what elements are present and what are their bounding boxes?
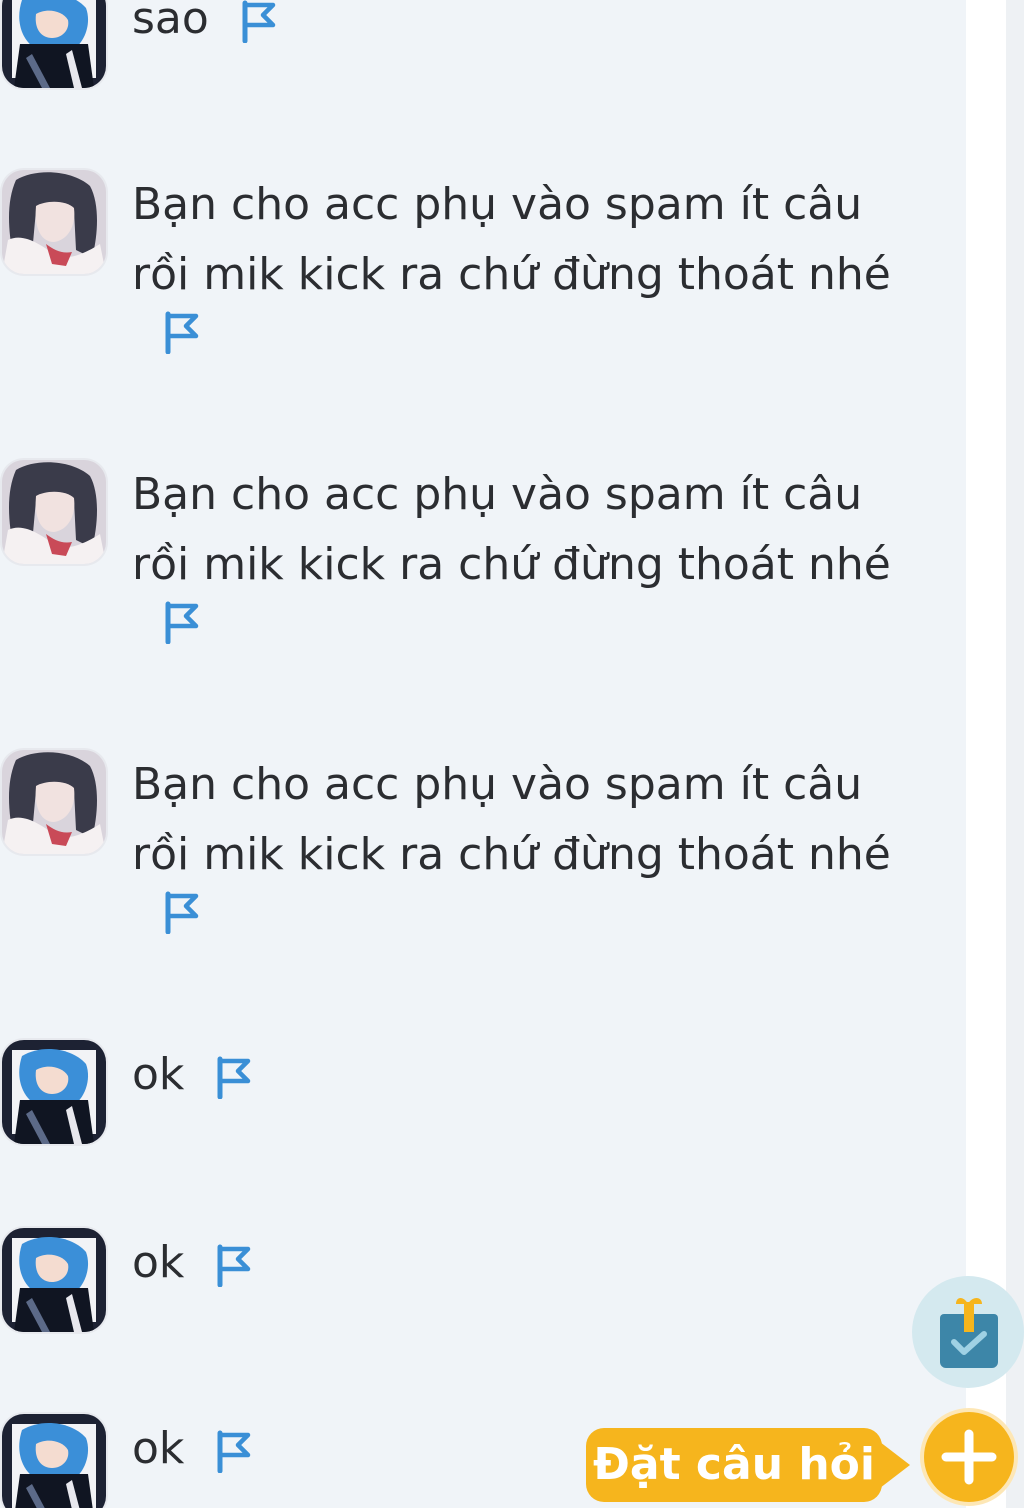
plus-icon	[941, 1429, 997, 1485]
add-question-button[interactable]	[924, 1412, 1014, 1502]
avatar[interactable]	[2, 170, 106, 274]
message-text: Bạn cho acc phụ vào spam ít câu rồi mik …	[132, 469, 891, 590]
flag-icon[interactable]	[214, 1429, 254, 1473]
gift-check-icon	[940, 1298, 998, 1368]
message-text-wrap: ok	[132, 1040, 932, 1110]
flag-icon[interactable]	[162, 310, 202, 354]
message-text-wrap: sao	[132, 0, 932, 54]
message-text-wrap: Bạn cho acc phụ vào spam ít câu rồi mik …	[132, 460, 932, 644]
avatar[interactable]	[2, 460, 106, 564]
flag-icon[interactable]	[214, 1243, 254, 1287]
chat-page: sao Bạn cho acc phụ vào spam ít câu rồi …	[0, 0, 1024, 1508]
avatar[interactable]	[2, 1040, 106, 1144]
message-text: sao	[132, 0, 209, 44]
message-text: Bạn cho acc phụ vào spam ít câu rồi mik …	[132, 759, 891, 880]
flag-icon[interactable]	[214, 1055, 254, 1099]
message-text-wrap: Bạn cho acc phụ vào spam ít câu rồi mik …	[132, 170, 932, 354]
message-text: Bạn cho acc phụ vào spam ít câu rồi mik …	[132, 179, 891, 300]
message-text: ok	[132, 1423, 185, 1474]
message-text: ok	[132, 1237, 185, 1288]
gift-button[interactable]	[912, 1276, 1024, 1388]
flag-icon[interactable]	[239, 0, 279, 43]
avatar[interactable]	[2, 0, 106, 88]
avatar[interactable]	[2, 1228, 106, 1332]
flag-icon[interactable]	[162, 890, 202, 934]
flag-icon[interactable]	[162, 600, 202, 644]
message-text: ok	[132, 1049, 185, 1100]
ask-question-pointer	[880, 1442, 910, 1488]
chat-message-list[interactable]: sao Bạn cho acc phụ vào spam ít câu rồi …	[0, 0, 966, 1508]
ask-question-label[interactable]: Đặt câu hỏi	[586, 1428, 882, 1502]
avatar[interactable]	[2, 750, 106, 854]
message-text-wrap: Bạn cho acc phụ vào spam ít câu rồi mik …	[132, 750, 932, 934]
avatar[interactable]	[2, 1414, 106, 1508]
message-text-wrap: ok	[132, 1228, 932, 1298]
